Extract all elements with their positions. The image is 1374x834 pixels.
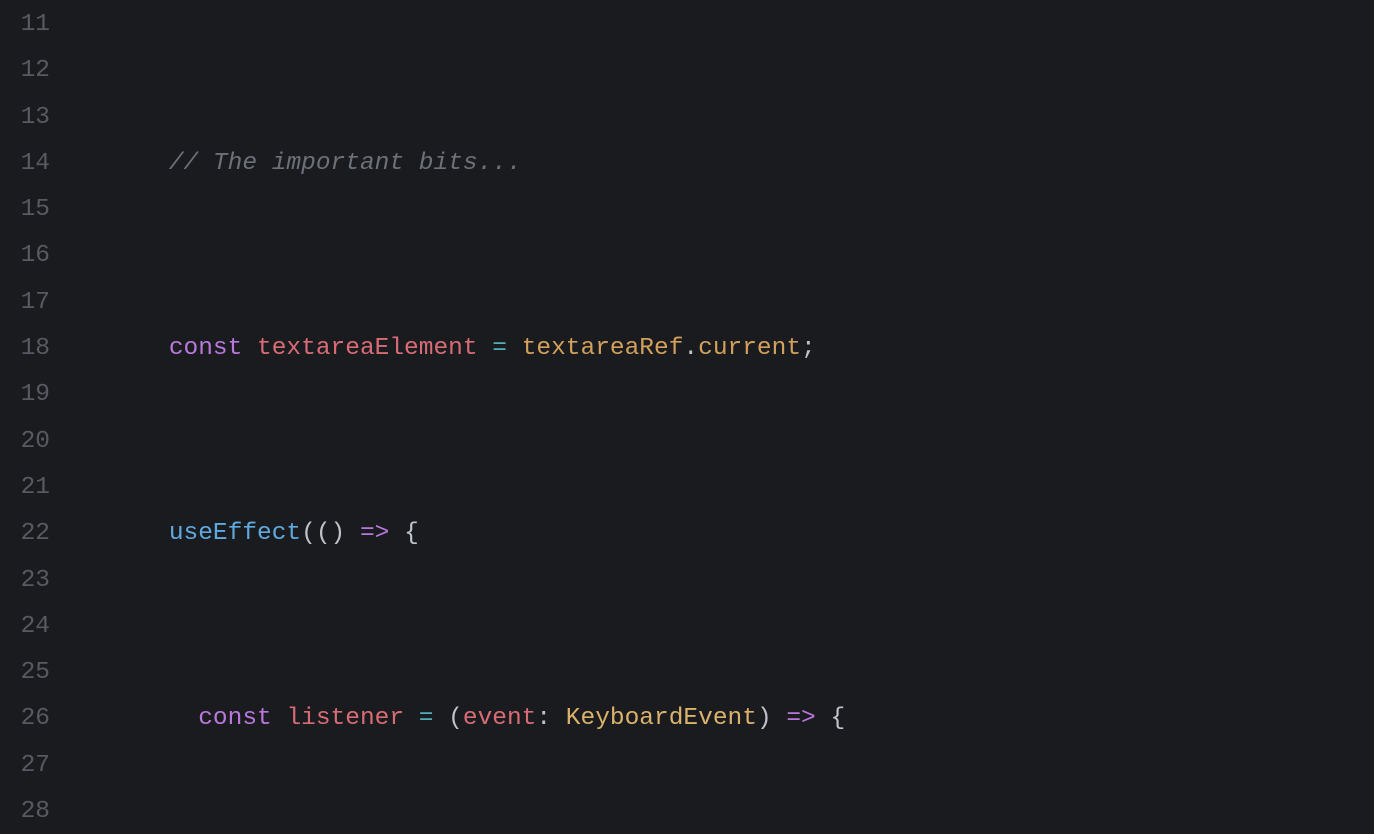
identifier-token: textareaRef [522, 335, 684, 362]
property-token: current [698, 335, 801, 362]
punctuation-token: . [683, 335, 698, 362]
comment-token: // The important bits... [169, 150, 522, 177]
line-number: 16 [0, 233, 58, 279]
line-number: 19 [0, 372, 58, 418]
line-number: 17 [0, 280, 58, 326]
line-number: 23 [0, 558, 58, 604]
line-number: 18 [0, 326, 58, 372]
line-number: 11 [0, 2, 58, 48]
line-number: 15 [0, 187, 58, 233]
type-token: KeyboardEvent [566, 705, 757, 732]
code-editor[interactable]: 11 12 13 14 15 16 17 18 19 20 21 22 23 2… [0, 0, 1374, 834]
code-area[interactable]: // The important bits... const textareaE… [58, 0, 1374, 834]
arrow-token: => [786, 705, 815, 732]
line-number: 24 [0, 604, 58, 650]
line-number: 13 [0, 95, 58, 141]
line-number: 25 [0, 650, 58, 696]
code-line[interactable]: useEffect(() => { [110, 511, 1374, 557]
line-number: 21 [0, 465, 58, 511]
line-number: 12 [0, 48, 58, 94]
code-line[interactable]: const textareaElement = textareaRef.curr… [110, 326, 1374, 372]
line-number: 27 [0, 743, 58, 789]
identifier-token: listener [286, 705, 404, 732]
function-token: useEffect [169, 520, 301, 547]
arrow-token: => [360, 520, 389, 547]
punctuation-token: ; [801, 335, 816, 362]
line-number: 22 [0, 511, 58, 557]
line-number: 26 [0, 696, 58, 742]
line-number: 20 [0, 419, 58, 465]
line-number: 14 [0, 141, 58, 187]
operator-token: = [492, 335, 507, 362]
code-line[interactable]: // The important bits... [110, 141, 1374, 187]
keyword-token: const [198, 705, 272, 732]
identifier-token: textareaElement [257, 335, 478, 362]
keyword-token: const [169, 335, 243, 362]
line-number: 28 [0, 789, 58, 834]
parameter-token: event [463, 705, 537, 732]
brace-token: { [404, 520, 419, 547]
line-number-gutter: 11 12 13 14 15 16 17 18 19 20 21 22 23 2… [0, 0, 58, 834]
operator-token: = [419, 705, 434, 732]
code-line[interactable]: const listener = (event: KeyboardEvent) … [110, 696, 1374, 742]
punctuation-token: ( [301, 520, 316, 547]
